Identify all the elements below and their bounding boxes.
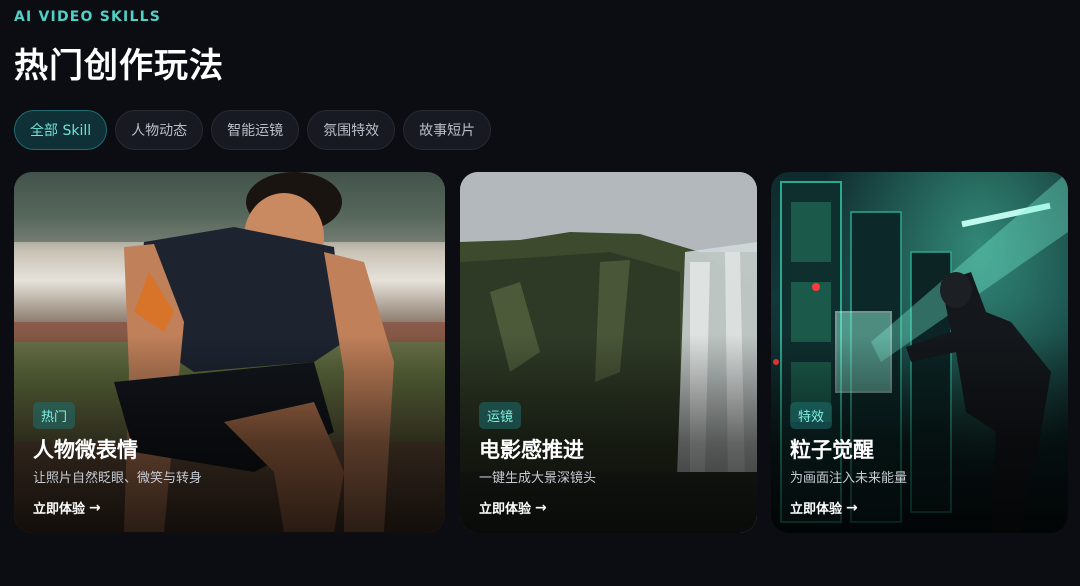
try-now-link[interactable]: 立即体验 →: [790, 498, 858, 518]
card-title: 电影感推进: [479, 438, 584, 462]
filter-bar: 全部 Skill 人物动态 智能运镜 氛围特效 故事短片: [14, 110, 492, 150]
card-title: 粒子觉醒: [790, 438, 874, 462]
card-description: 让照片自然眨眼、微笑与转身: [33, 471, 203, 486]
skill-card-particle-awakening[interactable]: 特效 粒子觉醒 为画面注入未来能量 立即体验 →: [771, 172, 1068, 533]
try-now-link[interactable]: 立即体验 →: [479, 498, 547, 518]
arrow-right-icon: →: [89, 499, 101, 516]
try-now-link[interactable]: 立即体验 →: [33, 498, 101, 518]
cta-label: 立即体验: [33, 502, 86, 517]
filter-chip-atmosphere-effects[interactable]: 氛围特效: [307, 110, 396, 150]
cta-label: 立即体验: [790, 502, 843, 517]
card-tag: 热门: [33, 402, 76, 429]
page-title: 热门创作玩法: [14, 46, 224, 86]
card-title: 人物微表情: [33, 438, 138, 462]
filter-chip-smart-camera[interactable]: 智能运镜: [211, 110, 300, 150]
card-description: 一键生成大景深镜头: [479, 471, 597, 486]
filter-chip-story-shorts[interactable]: 故事短片: [403, 110, 492, 150]
arrow-right-icon: →: [535, 499, 547, 516]
card-tag: 特效: [790, 402, 833, 429]
cta-label: 立即体验: [479, 502, 532, 517]
arrow-right-icon: →: [846, 499, 858, 516]
filter-chip-character-motion[interactable]: 人物动态: [115, 110, 204, 150]
card-tag: 运镜: [479, 402, 522, 429]
section-eyebrow: AI VIDEO SKILLS: [14, 9, 161, 25]
skill-card-micro-expression[interactable]: 热门 人物微表情 让照片自然眨眼、微笑与转身 立即体验 →: [14, 172, 445, 533]
filter-chip-all[interactable]: 全部 Skill: [14, 110, 108, 150]
skill-card-cinematic-push[interactable]: 运镜 电影感推进 一键生成大景深镜头 立即体验 →: [460, 172, 757, 533]
card-description: 为画面注入未来能量: [790, 471, 908, 486]
